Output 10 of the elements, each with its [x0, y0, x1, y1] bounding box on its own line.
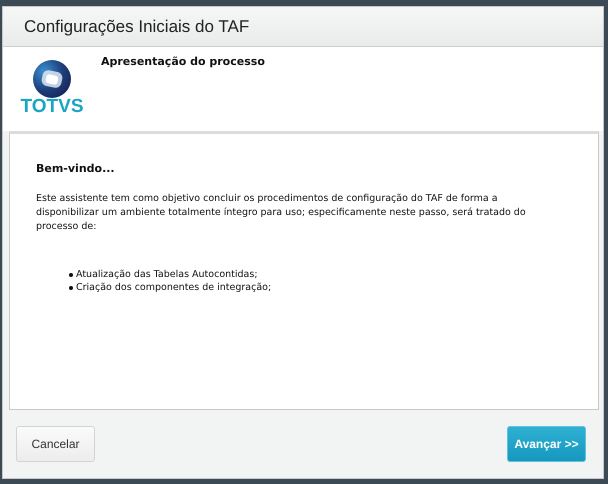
- bullet-item: Atualização das Tabelas Autocontidas;: [76, 268, 258, 281]
- bullet-icon: [69, 286, 73, 290]
- bullet-item: Criação dos componentes de integração;: [76, 281, 272, 294]
- description-text: Este assistente tem como objetivo concluir os procedimentos de configuração do TAF de forma a disponibilizar um ambiente totalmente íntegro para uso; especificamente neste passo, será tratado do processo de:: [36, 192, 527, 234]
- cancel-button[interactable]: Cancelar: [16, 426, 95, 462]
- globe-icon: [32, 59, 72, 99]
- logo-text: TOTVS: [20, 97, 84, 117]
- bullet-icon: [69, 272, 73, 276]
- welcome-heading: Bem-vindo...: [36, 162, 116, 175]
- step-title: Apresentação do processo: [101, 55, 265, 68]
